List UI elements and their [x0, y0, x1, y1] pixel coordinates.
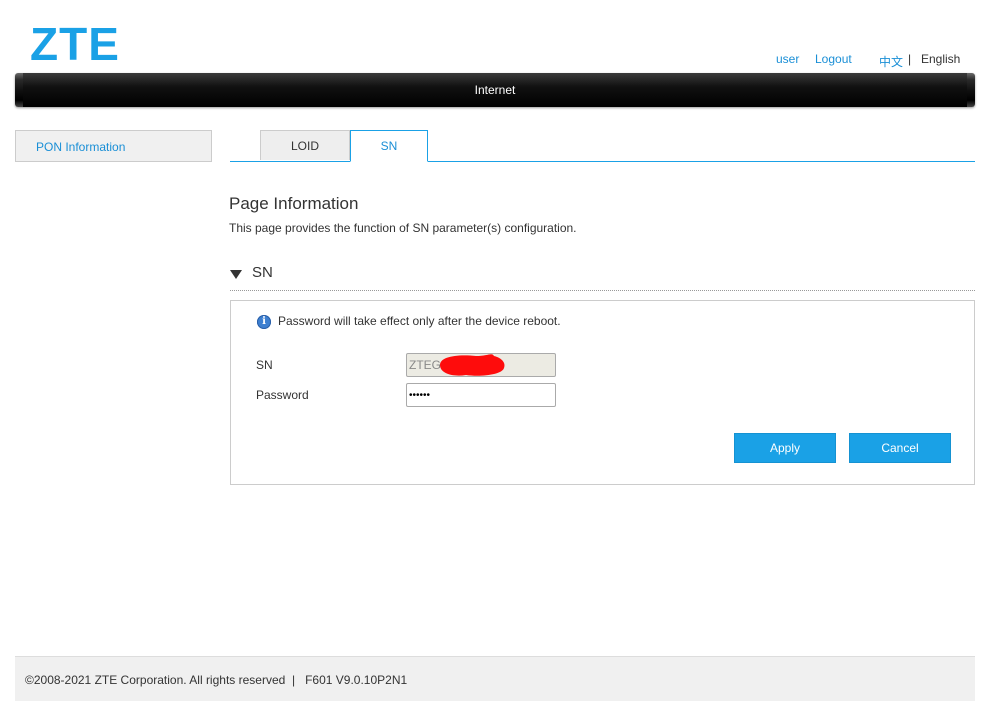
tab-sn[interactable]: SN [350, 130, 428, 162]
apply-button[interactable]: Apply [735, 434, 835, 462]
copyright-text: ©2008-2021 ZTE Corporation. All rights r… [25, 673, 408, 687]
tab-loid[interactable]: LOID [260, 130, 350, 160]
collapse-triangle-icon[interactable] [230, 269, 242, 279]
top-links: user Logout 中文 | English [0, 52, 988, 70]
section-divider [230, 290, 975, 291]
sidebar-item-pon-information[interactable]: PON Information [15, 130, 212, 162]
cancel-button[interactable]: Cancel [850, 434, 950, 462]
footer: ©2008-2021 ZTE Corporation. All rights r… [15, 656, 975, 701]
user-link[interactable]: user [776, 52, 799, 66]
tab-strip-underline [230, 161, 975, 162]
lang-separator: | [908, 52, 912, 66]
info-icon: i [257, 314, 271, 329]
page-title: Page Information [229, 194, 359, 213]
main-nav-bar: Internet [15, 73, 975, 107]
nav-bar-inner: Internet [23, 73, 967, 107]
logout-link[interactable]: Logout [815, 52, 852, 66]
password-label: Password [256, 388, 309, 402]
section-title: SN [252, 264, 273, 281]
sidebar-item-label: PON Information [36, 140, 126, 154]
sn-label: SN [256, 358, 273, 372]
page-description: This page provides the function of SN pa… [229, 221, 577, 235]
info-message: i Password will take effect only after th… [257, 314, 561, 329]
lang-english-current: English [921, 52, 961, 66]
nav-item-internet[interactable]: Internet [23, 83, 967, 97]
password-input[interactable] [406, 383, 556, 407]
lang-chinese-link[interactable]: 中文 [879, 53, 903, 70]
redaction-mark [440, 354, 505, 376]
sn-config-panel: i Password will take effect only after th… [230, 300, 975, 485]
section-header-sn[interactable]: SN [230, 264, 273, 281]
info-text: Password will take effect only after the… [278, 314, 561, 328]
